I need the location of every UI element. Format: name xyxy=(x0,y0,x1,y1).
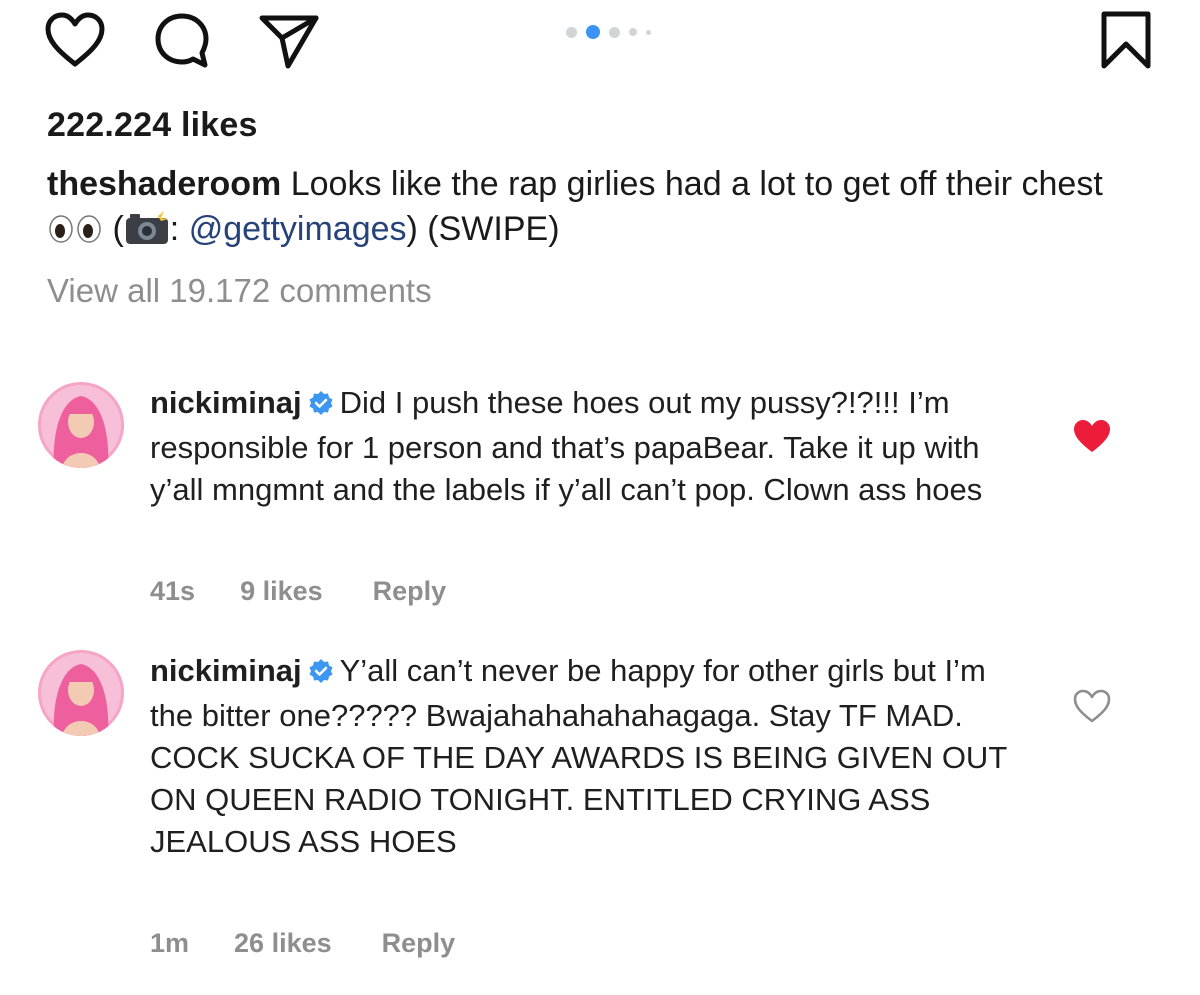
heart-outline-icon xyxy=(45,12,105,67)
carousel-dot-active xyxy=(586,25,600,39)
avatar-image xyxy=(38,382,124,468)
save-button[interactable] xyxy=(1098,10,1154,70)
comment-body: nickiminaj Y’all can’t never be happy fo… xyxy=(150,650,1030,863)
post-caption: theshaderoom Looks like the rap girlies … xyxy=(47,162,1157,258)
comment-body: nickiminaj Did I push these hoes out my … xyxy=(150,382,1030,511)
comment-username[interactable]: nickiminaj xyxy=(150,653,302,688)
comment-button[interactable] xyxy=(153,12,211,70)
verified-badge-icon xyxy=(308,653,334,695)
comment-likes[interactable]: 26 likes xyxy=(234,928,332,959)
reply-button[interactable]: Reply xyxy=(373,576,447,607)
camera-flash-emoji-icon xyxy=(124,208,170,258)
comment-meta: 1m 26 likes Reply xyxy=(150,928,455,959)
caption-mention-link[interactable]: @gettyimages xyxy=(189,210,407,248)
heart-filled-icon xyxy=(1074,420,1110,452)
comment-likes[interactable]: 9 likes xyxy=(240,576,323,607)
carousel-indicator xyxy=(566,24,651,40)
comment-time: 1m xyxy=(150,928,190,958)
eyes-emoji-icon xyxy=(47,211,103,256)
comment-like-button[interactable] xyxy=(1072,688,1112,729)
reply-button[interactable]: Reply xyxy=(382,928,456,959)
comment-username[interactable]: nickiminaj xyxy=(150,385,302,420)
carousel-dot xyxy=(629,28,637,36)
caption-paren-open: ( xyxy=(103,210,124,248)
comment-time: 41s xyxy=(150,576,196,606)
heart-outline-icon xyxy=(1073,689,1111,723)
avatar[interactable] xyxy=(38,650,124,736)
caption-colon: : xyxy=(169,210,189,248)
likes-count[interactable]: 222.224 likes xyxy=(47,106,258,145)
comment-meta: 41s 9 likes Reply xyxy=(150,576,446,607)
bookmark-icon xyxy=(1101,11,1151,69)
verified-badge-icon xyxy=(308,385,334,427)
like-button[interactable] xyxy=(45,12,105,68)
view-all-comments-link[interactable]: View all 19.172 comments xyxy=(47,272,432,310)
carousel-dot xyxy=(646,29,651,35)
share-button[interactable] xyxy=(258,12,320,70)
caption-text: Looks like the rap girlies had a lot to … xyxy=(290,165,1103,203)
avatar-image xyxy=(38,650,124,736)
avatar[interactable] xyxy=(38,382,124,468)
caption-username[interactable]: theshaderoom xyxy=(47,165,281,203)
paper-plane-icon xyxy=(259,15,319,69)
speech-bubble-icon xyxy=(155,13,209,68)
comment-like-button[interactable] xyxy=(1072,418,1112,459)
caption-tail: ) (SWIPE) xyxy=(406,210,560,248)
carousel-dot xyxy=(566,26,577,38)
carousel-dot xyxy=(609,26,620,38)
